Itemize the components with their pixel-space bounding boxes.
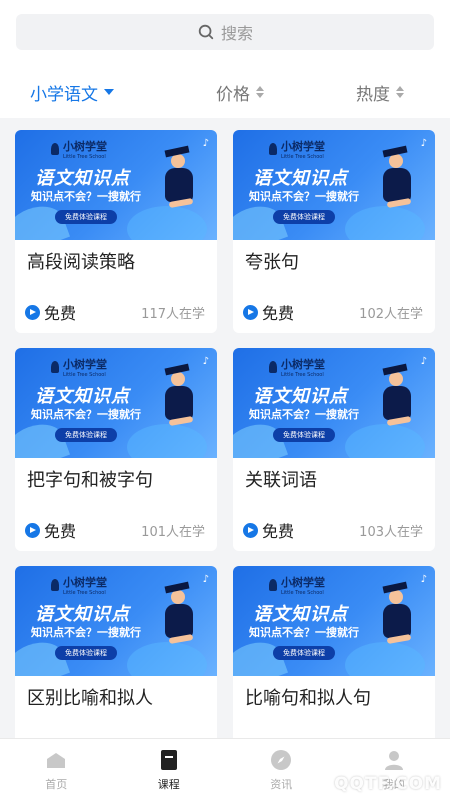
banner-subline: 知识点不会？一搜就行 [31,408,141,421]
filter-price-label: 价格 [216,84,250,105]
course-price: 免费 [262,304,295,323]
search-bar[interactable]: 搜索 [16,14,434,50]
banner-button: 免费体验课程 [55,428,117,442]
course-price: 免费 [44,522,77,541]
tab-home-label: 首页 [45,777,68,791]
banner-headline: 语文知识点 [253,604,348,625]
filter-bar: 小学语文 价格 热度 [0,70,450,114]
course-title: 关联词语 [245,470,317,491]
banner-button: 免费体验课程 [55,646,117,660]
learner-count: 102人在学 [359,306,423,322]
banner-headline: 语文知识点 [253,386,348,407]
filter-popularity[interactable]: 热度 [310,80,450,105]
banner-headline: 语文知识点 [253,168,348,189]
banner-button: 免费体验课程 [273,646,335,660]
course-card[interactable]: 小树学堂 Little Tree School 语文知识点 知识点不会？一搜就行 … [233,348,435,551]
search-placeholder: 搜索 [220,24,253,43]
play-icon [243,522,258,538]
tab-course[interactable]: 课程 [113,739,226,800]
tab-course-label: 课程 [157,777,180,791]
watermark: QQTF.COM [334,774,442,794]
tab-news[interactable]: 资讯 [225,739,338,800]
brand-logo: 小树学堂 Little Tree School [269,138,325,160]
course-title: 把字句和被字句 [27,470,153,491]
course-title: 比喻句和拟人句 [245,688,371,709]
tab-news-label: 资讯 [270,777,293,791]
search-icon [198,24,214,40]
play-icon [243,304,258,320]
graduate-illustration [161,580,195,660]
home-icon [47,752,66,768]
course-banner-image: 小树学堂 Little Tree School 语文知识点 知识点不会？一搜就行 … [233,348,435,458]
course-icon [160,749,177,770]
learner-count: 101人在学 [141,524,205,540]
banner-subline: 知识点不会？一搜就行 [31,190,141,203]
brand-logo: 小树学堂 Little Tree School [51,138,107,160]
course-price: 免费 [262,522,295,541]
play-icon [25,304,40,320]
music-note-icon: ♪ [420,138,427,149]
banner-headline: 语文知识点 [35,604,130,625]
course-card[interactable]: 小树学堂 Little Tree School 语文知识点 知识点不会？一搜就行 … [233,130,435,333]
banner-subline: 知识点不会？一搜就行 [31,626,141,639]
course-title: 区别比喻和拟人 [27,688,153,709]
music-note-icon: ♪ [420,574,427,585]
course-banner-image: 小树学堂 Little Tree School 语文知识点 知识点不会？一搜就行 … [233,130,435,240]
banner-headline: 语文知识点 [35,386,130,407]
music-note-icon: ♪ [202,138,209,149]
filter-subject-label: 小学语文 [30,84,98,105]
filter-subject[interactable]: 小学语文 [0,80,170,105]
graduate-illustration [379,362,413,442]
header: 搜索 小学语文 价格 热度 [0,0,450,118]
course-card[interactable]: 小树学堂 Little Tree School 语文知识点 知识点不会？一搜就行 … [15,348,217,551]
course-title: 高段阅读策略 [27,252,135,273]
sort-icon [396,86,404,98]
brand-logo: 小树学堂 Little Tree School [51,356,107,378]
graduate-illustration [161,144,195,224]
course-banner-image: 小树学堂 Little Tree School 语文知识点 知识点不会？一搜就行 … [233,566,435,676]
banner-subline: 知识点不会？一搜就行 [249,626,359,639]
course-banner-image: 小树学堂 Little Tree School 语文知识点 知识点不会？一搜就行 … [15,130,217,240]
brand-logo: 小树学堂 Little Tree School [269,574,325,596]
graduate-illustration [161,362,195,442]
graduate-illustration [379,580,413,660]
music-note-icon: ♪ [202,356,209,367]
user-icon [384,750,403,770]
filter-popularity-label: 热度 [356,84,390,105]
caret-down-icon [104,89,114,95]
course-banner-image: 小树学堂 Little Tree School 语文知识点 知识点不会？一搜就行 … [15,566,217,676]
banner-button: 免费体验课程 [273,428,335,442]
filter-price[interactable]: 价格 [170,80,310,105]
banner-button: 免费体验课程 [273,210,335,224]
banner-subline: 知识点不会？一搜就行 [249,408,359,421]
brand-logo: 小树学堂 Little Tree School [51,574,107,596]
learner-count: 117人在学 [141,306,205,322]
banner-button: 免费体验课程 [55,210,117,224]
sort-icon [256,86,264,98]
tab-home[interactable]: 首页 [0,739,113,800]
music-note-icon: ♪ [420,356,427,367]
brand-logo: 小树学堂 Little Tree School [269,356,325,378]
course-card[interactable]: 小树学堂 Little Tree School 语文知识点 知识点不会？一搜就行 … [15,130,217,333]
compass-icon [271,749,292,770]
course-grid: 小树学堂 Little Tree School 语文知识点 知识点不会？一搜就行 … [15,130,435,769]
course-banner-image: 小树学堂 Little Tree School 语文知识点 知识点不会？一搜就行 … [15,348,217,458]
graduate-illustration [379,144,413,224]
course-price: 免费 [44,304,77,323]
play-icon [25,522,40,538]
banner-subline: 知识点不会？一搜就行 [249,190,359,203]
music-note-icon: ♪ [202,574,209,585]
learner-count: 103人在学 [359,524,423,540]
banner-headline: 语文知识点 [35,168,130,189]
course-title: 夸张句 [245,252,299,273]
